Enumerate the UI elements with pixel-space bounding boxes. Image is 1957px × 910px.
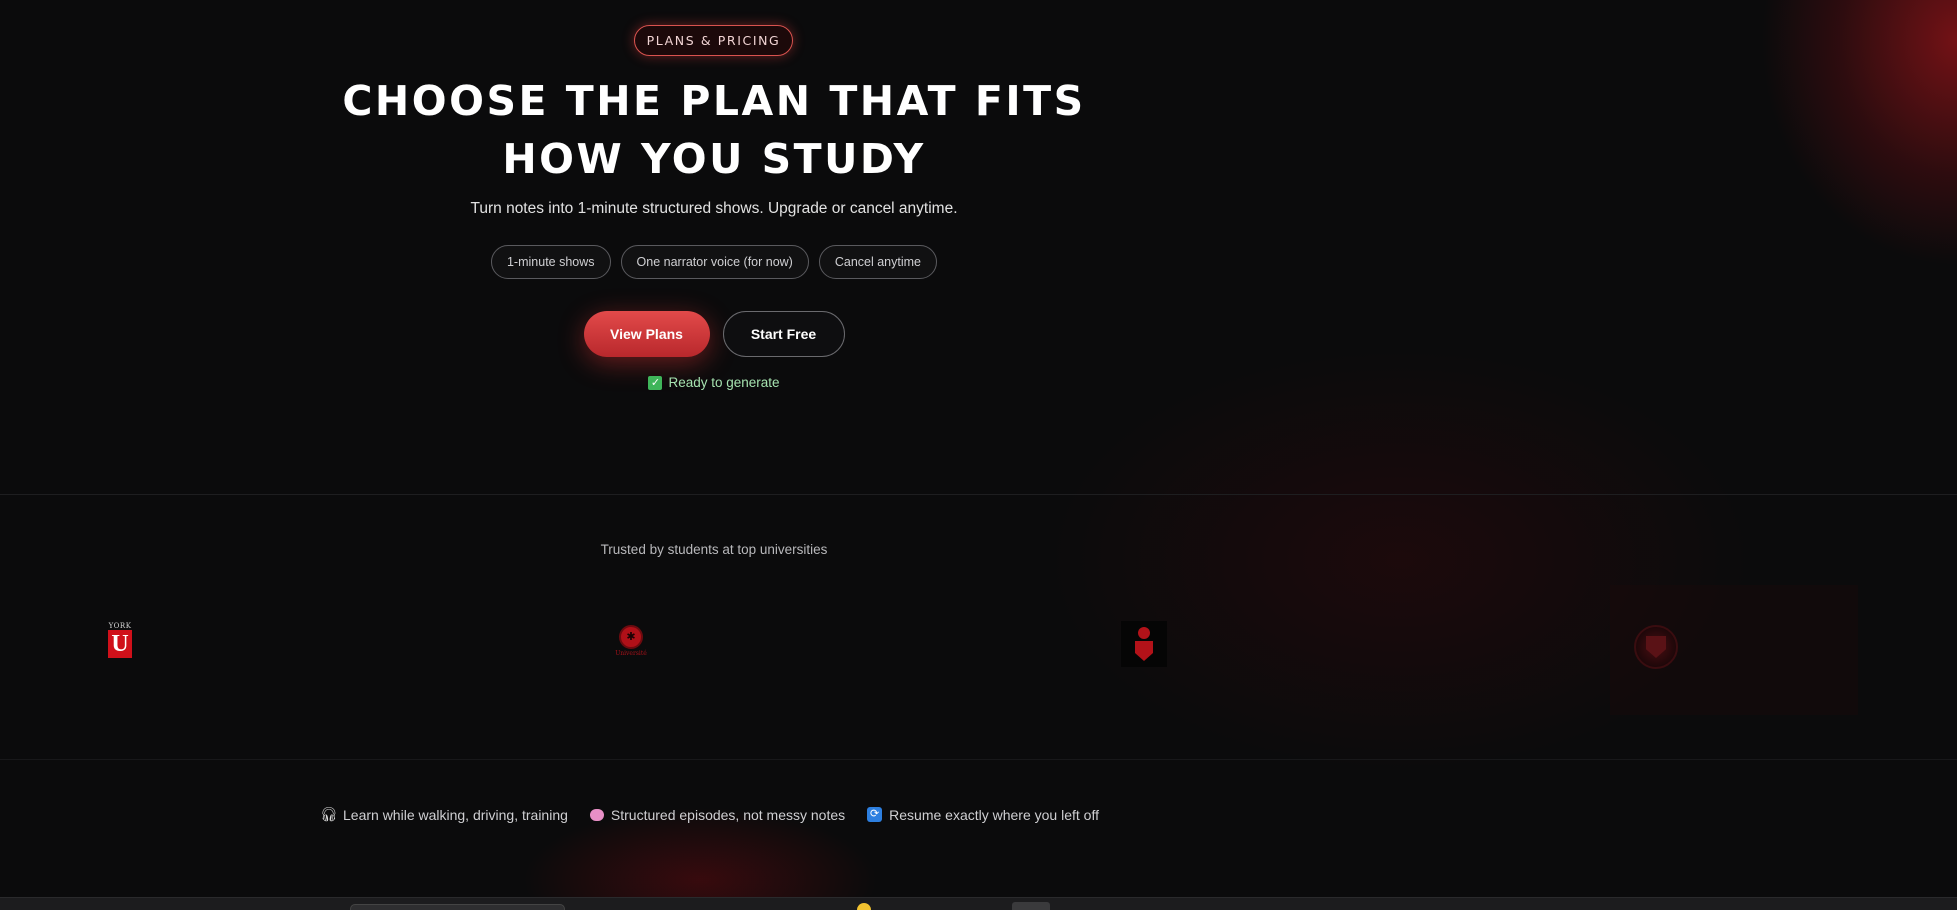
york-u-mark: U — [108, 630, 132, 658]
taskbar-search-box[interactable] — [350, 904, 565, 910]
feature-pills: 1-minute shows One narrator voice (for n… — [0, 245, 1428, 279]
taskbar-app-thumbnail[interactable] — [1012, 902, 1050, 910]
faded-shield-icon — [1646, 636, 1666, 658]
benefits-row: 🎧︎ Learn while walking, driving, trainin… — [320, 806, 1099, 823]
page-subheading: Turn notes into 1-minute structured show… — [470, 200, 958, 217]
view-plans-button[interactable]: View Plans — [583, 311, 710, 357]
trusted-by-label: Trusted by students at top universities — [600, 542, 828, 557]
cta-row: View Plans Start Free — [0, 311, 1428, 357]
start-free-button[interactable]: Start Free — [722, 311, 845, 357]
hero-section: PLANS & PRICING CHOOSE THE PLAN THAT FIT… — [0, 0, 1428, 490]
generation-status: ✓ Ready to generate — [0, 375, 1428, 390]
benefit-label: Structured episodes, not messy notes — [610, 806, 846, 823]
benefit-label: Learn while walking, driving, training — [343, 806, 568, 823]
pricing-page: PLANS & PRICING CHOOSE THE PLAN THAT FIT… — [0, 0, 1957, 910]
taskbar-app-icon[interactable] — [857, 903, 871, 910]
section-divider-bottom — [0, 759, 1957, 760]
seal-caption: Université — [615, 650, 647, 657]
benefit-structured-episodes: Structured episodes, not messy notes — [589, 806, 846, 823]
section-divider — [0, 494, 1957, 495]
university-crest-faded-logo — [1634, 625, 1678, 669]
pill-narrator-voice: One narrator voice (for now) — [620, 245, 809, 279]
brain-icon — [589, 808, 604, 821]
university-logos: YORK U ✱ Université — [0, 585, 1957, 715]
university-crest-logo — [1121, 621, 1167, 667]
headphones-icon: 🎧︎ — [320, 806, 338, 822]
university-seal-logo: ✱ Université — [614, 621, 648, 661]
crest-shield-icon — [1135, 641, 1153, 661]
benefit-label: Resume exactly where you left off — [889, 806, 1099, 823]
repeat-icon: ⟳ — [867, 807, 883, 822]
york-wordmark: YORK — [108, 622, 132, 630]
york-university-logo: YORK U — [104, 621, 136, 659]
crest-top-icon — [1138, 627, 1150, 639]
plans-pricing-badge: PLANS & PRICING — [634, 25, 793, 56]
check-mark-icon: ✓ — [648, 375, 663, 390]
seal-emblem-icon: ✱ — [619, 625, 643, 649]
status-text: Ready to generate — [668, 375, 780, 390]
pill-cancel-anytime: Cancel anytime — [818, 245, 937, 279]
page-headline: CHOOSE THE PLAN THAT FITS HOW YOU STUDY — [342, 77, 1086, 183]
benefit-learn-anywhere: 🎧︎ Learn while walking, driving, trainin… — [320, 806, 568, 823]
pill-one-minute-shows: 1-minute shows — [490, 245, 611, 279]
benefit-resume: ⟳ Resume exactly where you left off — [867, 807, 1099, 823]
os-taskbar — [0, 897, 1957, 910]
